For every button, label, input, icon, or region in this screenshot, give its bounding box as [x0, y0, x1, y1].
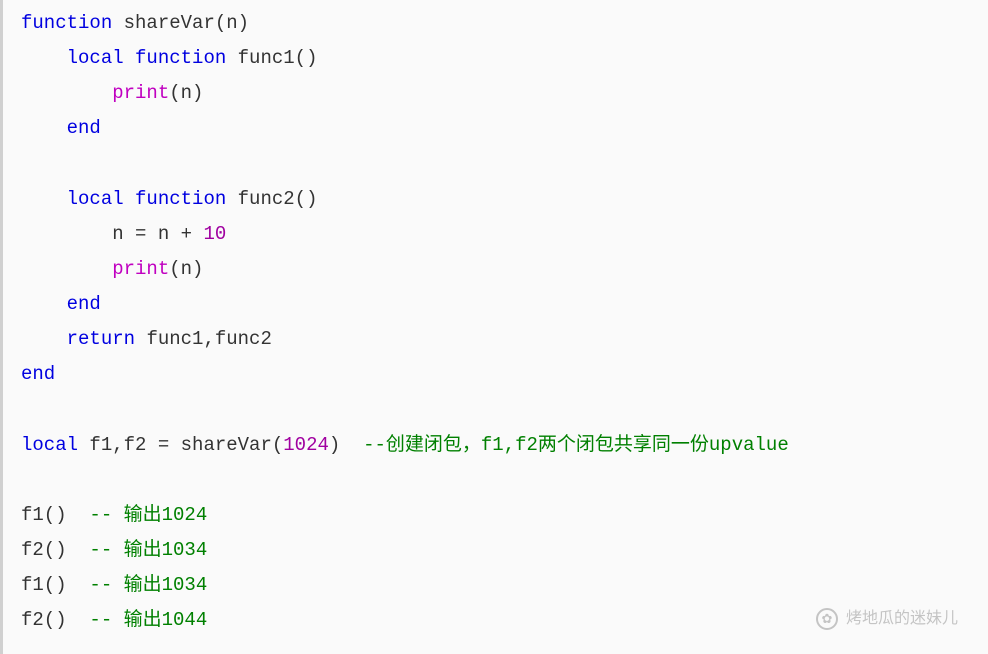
blank-line — [21, 147, 988, 182]
indent — [21, 117, 67, 139]
watermark: ✿ 烤地瓜的迷妹儿 — [816, 604, 958, 634]
identifier: shareVar(n) — [124, 12, 249, 34]
code-line: local function func2() — [21, 182, 988, 217]
indent — [21, 223, 112, 245]
identifier: f2() — [21, 609, 89, 631]
keyword-function: function — [21, 12, 112, 34]
identifier: n = n + — [112, 223, 203, 245]
space — [124, 47, 135, 69]
keyword-end: end — [67, 117, 101, 139]
number-literal: 1024 — [283, 434, 329, 456]
function-call-print: print — [112, 258, 169, 280]
code-line: f1() -- 输出1024 — [21, 498, 988, 533]
keyword-return: return — [67, 328, 135, 350]
space — [124, 188, 135, 210]
identifier: func1() — [238, 47, 318, 69]
indent — [21, 293, 67, 315]
indent — [21, 47, 67, 69]
code-line: return func1,func2 — [21, 322, 988, 357]
comment: -- 输出1034 — [89, 574, 207, 596]
code-line: f1() -- 输出1034 — [21, 568, 988, 603]
keyword-local: local — [21, 434, 78, 456]
identifier: func2() — [238, 188, 318, 210]
blank-line — [21, 393, 988, 428]
comment: --创建闭包，f1,f2两个闭包共享同一份upvalue — [363, 434, 789, 456]
identifier: f2() — [21, 539, 89, 561]
indent — [21, 82, 112, 104]
space — [135, 328, 146, 350]
keyword-function: function — [135, 47, 226, 69]
code-line: function shareVar(n) — [21, 6, 988, 41]
watermark-text: 烤地瓜的迷妹儿 — [846, 604, 958, 634]
keyword-local: local — [67, 47, 124, 69]
number-literal: 10 — [203, 223, 226, 245]
identifier: (n) — [169, 258, 203, 280]
identifier: (n) — [169, 82, 203, 104]
keyword-function: function — [135, 188, 226, 210]
watermark-icon: ✿ — [816, 608, 838, 630]
code-line: end — [21, 111, 988, 146]
keyword-local: local — [67, 188, 124, 210]
keyword-end: end — [21, 363, 55, 385]
code-line: print(n) — [21, 76, 988, 111]
identifier: func1,func2 — [146, 328, 271, 350]
identifier: f1,f2 = shareVar( — [89, 434, 283, 456]
code-line: end — [21, 287, 988, 322]
code-line: n = n + 10 — [21, 217, 988, 252]
space — [226, 188, 237, 210]
function-call-print: print — [112, 82, 169, 104]
space — [78, 434, 89, 456]
code-line: f2() -- 输出1034 — [21, 533, 988, 568]
code-line: print(n) — [21, 252, 988, 287]
space — [112, 12, 123, 34]
identifier: f1() — [21, 504, 89, 526]
code-line: local function func1() — [21, 41, 988, 76]
indent — [21, 188, 67, 210]
identifier: f1() — [21, 574, 89, 596]
comment: -- 输出1044 — [89, 609, 207, 631]
blank-line — [21, 463, 988, 498]
comment: -- 输出1034 — [89, 539, 207, 561]
indent — [21, 328, 67, 350]
keyword-end: end — [67, 293, 101, 315]
code-block: function shareVar(n) local function func… — [21, 6, 988, 639]
comment: -- 输出1024 — [89, 504, 207, 526]
identifier: ) — [329, 434, 363, 456]
indent — [21, 258, 112, 280]
code-line: end — [21, 357, 988, 392]
space — [226, 47, 237, 69]
code-line: local f1,f2 = shareVar(1024) --创建闭包，f1,f… — [21, 428, 988, 463]
